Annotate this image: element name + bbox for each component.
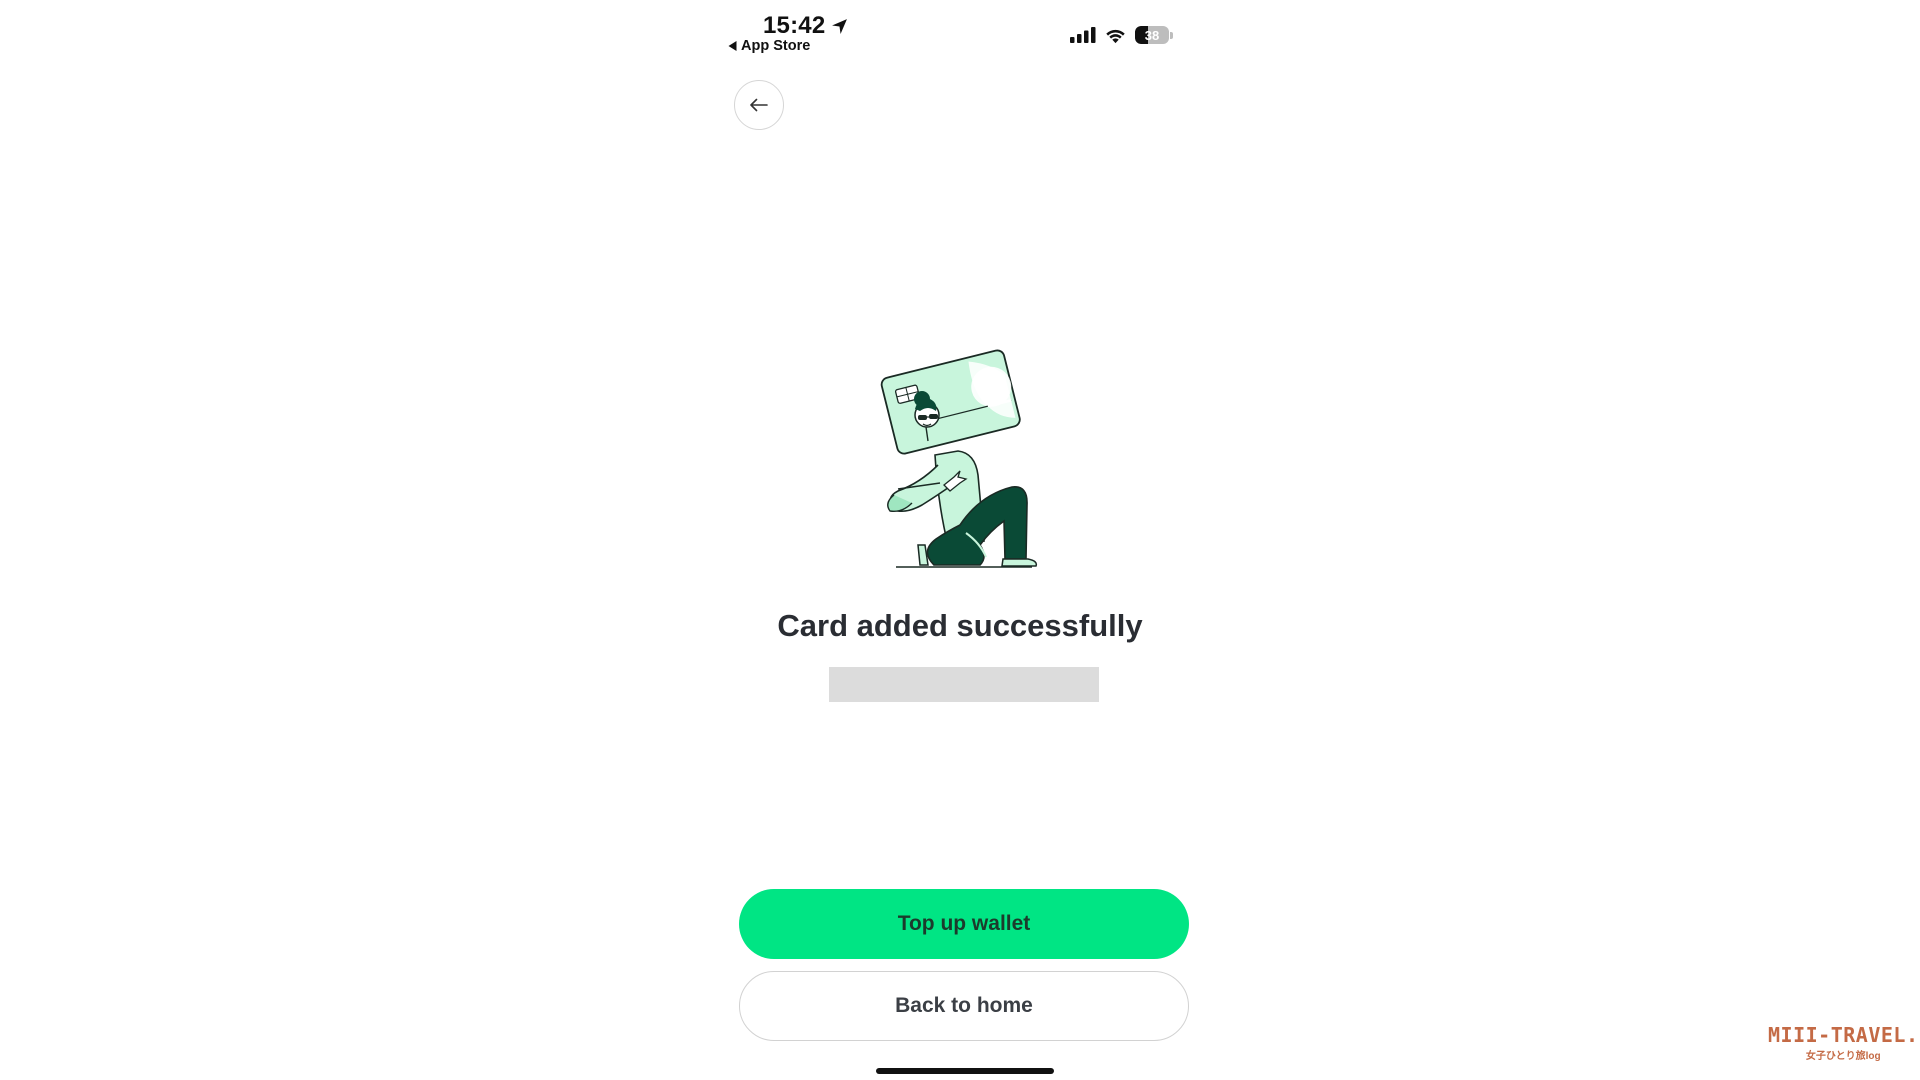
wifi-icon [1106, 29, 1125, 43]
success-title: Card added successfully [777, 608, 1143, 643]
status-indicators: 38 [1070, 26, 1173, 44]
back-to-home-button[interactable]: Back to home [739, 971, 1189, 1041]
card-person-illustration [880, 349, 1038, 568]
home-indicator[interactable] [876, 1068, 1054, 1074]
watermark-logo: MIII-TRAVEL. 女子ひとり旅log [1768, 1023, 1919, 1062]
back-to-app-label: App Store [741, 38, 811, 54]
redacted-card-details [829, 667, 1099, 702]
back-button[interactable] [734, 80, 784, 130]
watermark-brand: MIII-TRAVEL. [1768, 1023, 1919, 1047]
battery-indicator: 38 [1135, 26, 1173, 44]
status-time: 15:42 [763, 12, 848, 40]
screen: 15:42 App Store 38 Card added successful… [0, 0, 1920, 1080]
battery-icon: 38 [1135, 26, 1169, 44]
back-triangle-icon [728, 41, 737, 51]
status-time-text: 15:42 [763, 12, 826, 39]
battery-cap [1170, 31, 1173, 39]
battery-level: 38 [1144, 27, 1160, 43]
back-to-app-link[interactable]: App Store [728, 38, 810, 54]
watermark-tagline: 女子ひとり旅log [1805, 1051, 1881, 1062]
arrow-left-icon [750, 98, 768, 112]
cellular-signal-icon [1070, 27, 1096, 43]
top-up-wallet-button[interactable]: Top up wallet [739, 889, 1189, 959]
location-arrow-icon [832, 18, 848, 34]
